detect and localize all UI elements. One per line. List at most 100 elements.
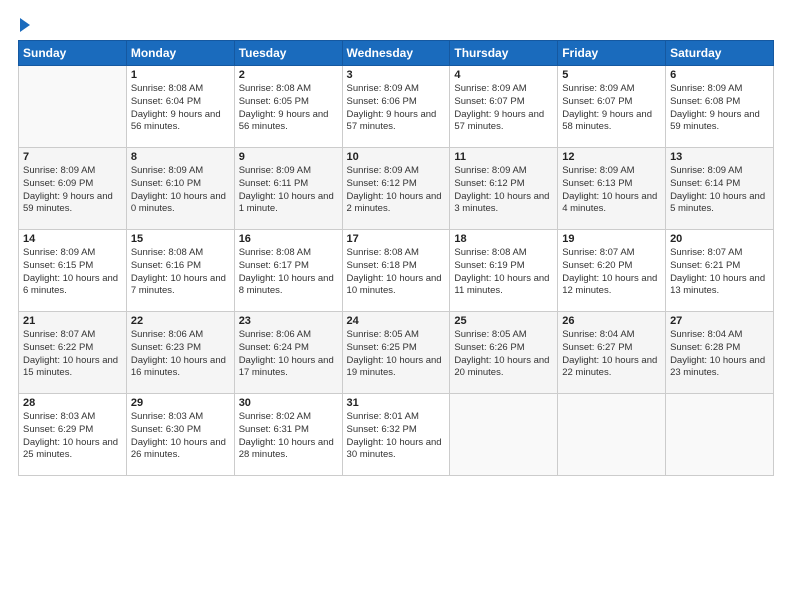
day-number: 25 <box>454 315 553 327</box>
day-cell: 21Sunrise: 8:07 AMSunset: 6:22 PMDayligh… <box>19 312 127 394</box>
day-cell: 26 Sunrise: 8:04 AMSunset: 6:27 PMDayligh… <box>558 312 666 394</box>
day-info: Sunrise: 8:09 AMSunset: 6:11 PMDaylight:… <box>239 165 338 216</box>
day-number: 5 <box>562 69 661 81</box>
day-number: 18 <box>454 233 553 245</box>
day-number: 6 <box>670 69 769 81</box>
header-row: SundayMondayTuesdayWednesdayThursdayFrid… <box>19 41 774 66</box>
day-info: Sunrise: 8:07 AMSunset: 6:21 PMDaylight:… <box>670 247 769 298</box>
day-cell: 3Sunrise: 8:09 AMSunset: 6:06 PMDaylight… <box>342 66 450 148</box>
day-cell: 4 Sunrise: 8:09 AMSunset: 6:07 PMDaylight… <box>450 66 558 148</box>
week-row-4: 21Sunrise: 8:07 AMSunset: 6:22 PMDayligh… <box>19 312 774 394</box>
day-info: Sunrise: 8:09 AMSunset: 6:15 PMDaylight:… <box>23 247 122 298</box>
col-header-sunday: Sunday <box>19 41 127 66</box>
col-header-tuesday: Tuesday <box>234 41 342 66</box>
day-number: 26 <box>562 315 661 327</box>
day-number: 19 <box>562 233 661 245</box>
day-cell: 31 Sunrise: 8:01 AMSunset: 6:32 PMDayligh… <box>342 394 450 476</box>
day-cell: 27 Sunrise: 8:04 AMSunset: 6:28 PMDayligh… <box>666 312 774 394</box>
logo-arrow-icon <box>20 18 30 32</box>
day-info: Sunrise: 8:09 AMSunset: 6:06 PMDaylight:… <box>347 83 446 134</box>
day-cell: 7Sunrise: 8:09 AMSunset: 6:09 PMDaylight… <box>19 148 127 230</box>
day-number: 16 <box>239 233 338 245</box>
day-info: Sunrise: 8:09 AMSunset: 6:12 PMDaylight:… <box>454 165 553 216</box>
day-info: Sunrise: 8:09 AMSunset: 6:12 PMDaylight:… <box>347 165 446 216</box>
col-header-saturday: Saturday <box>666 41 774 66</box>
day-info: Sunrise: 8:06 AMSunset: 6:24 PMDaylight:… <box>239 329 338 380</box>
day-info: Sunrise: 8:09 AMSunset: 6:14 PMDaylight:… <box>670 165 769 216</box>
day-cell <box>450 394 558 476</box>
col-header-thursday: Thursday <box>450 41 558 66</box>
day-number: 31 <box>347 397 446 409</box>
day-number: 10 <box>347 151 446 163</box>
day-info: Sunrise: 8:04 AMSunset: 6:28 PMDaylight:… <box>670 329 769 380</box>
day-number: 15 <box>131 233 230 245</box>
day-cell: 8 Sunrise: 8:09 AMSunset: 6:10 PMDaylight… <box>126 148 234 230</box>
day-cell: 14Sunrise: 8:09 AMSunset: 6:15 PMDayligh… <box>19 230 127 312</box>
day-number: 8 <box>131 151 230 163</box>
day-cell: 5 Sunrise: 8:09 AMSunset: 6:07 PMDaylight… <box>558 66 666 148</box>
day-info: Sunrise: 8:05 AMSunset: 6:26 PMDaylight:… <box>454 329 553 380</box>
day-info: Sunrise: 8:06 AMSunset: 6:23 PMDaylight:… <box>131 329 230 380</box>
day-number: 1 <box>131 69 230 81</box>
week-row-3: 14Sunrise: 8:09 AMSunset: 6:15 PMDayligh… <box>19 230 774 312</box>
page: SundayMondayTuesdayWednesdayThursdayFrid… <box>0 0 792 612</box>
day-number: 22 <box>131 315 230 327</box>
day-number: 4 <box>454 69 553 81</box>
day-number: 24 <box>347 315 446 327</box>
day-info: Sunrise: 8:08 AMSunset: 6:04 PMDaylight:… <box>131 83 230 134</box>
day-info: Sunrise: 8:08 AMSunset: 6:18 PMDaylight:… <box>347 247 446 298</box>
day-cell: 11 Sunrise: 8:09 AMSunset: 6:12 PMDayligh… <box>450 148 558 230</box>
day-info: Sunrise: 8:05 AMSunset: 6:25 PMDaylight:… <box>347 329 446 380</box>
day-info: Sunrise: 8:09 AMSunset: 6:13 PMDaylight:… <box>562 165 661 216</box>
day-cell: 25 Sunrise: 8:05 AMSunset: 6:26 PMDayligh… <box>450 312 558 394</box>
day-cell: 20 Sunrise: 8:07 AMSunset: 6:21 PMDayligh… <box>666 230 774 312</box>
day-cell: 24 Sunrise: 8:05 AMSunset: 6:25 PMDayligh… <box>342 312 450 394</box>
day-cell <box>666 394 774 476</box>
day-cell: 28Sunrise: 8:03 AMSunset: 6:29 PMDayligh… <box>19 394 127 476</box>
day-cell: 15Sunrise: 8:08 AMSunset: 6:16 PMDayligh… <box>126 230 234 312</box>
day-info: Sunrise: 8:08 AMSunset: 6:05 PMDaylight:… <box>239 83 338 134</box>
day-number: 9 <box>239 151 338 163</box>
day-cell: 19 Sunrise: 8:07 AMSunset: 6:20 PMDayligh… <box>558 230 666 312</box>
day-info: Sunrise: 8:09 AMSunset: 6:10 PMDaylight:… <box>131 165 230 216</box>
day-cell: 16 Sunrise: 8:08 AMSunset: 6:17 PMDayligh… <box>234 230 342 312</box>
day-cell: 10 Sunrise: 8:09 AMSunset: 6:12 PMDayligh… <box>342 148 450 230</box>
calendar-table: SundayMondayTuesdayWednesdayThursdayFrid… <box>18 40 774 476</box>
header <box>18 16 774 32</box>
day-info: Sunrise: 8:07 AMSunset: 6:22 PMDaylight:… <box>23 329 122 380</box>
day-info: Sunrise: 8:03 AMSunset: 6:30 PMDaylight:… <box>131 411 230 462</box>
week-row-2: 7Sunrise: 8:09 AMSunset: 6:09 PMDaylight… <box>19 148 774 230</box>
col-header-wednesday: Wednesday <box>342 41 450 66</box>
day-number: 28 <box>23 397 122 409</box>
day-cell: 2 Sunrise: 8:08 AMSunset: 6:05 PMDaylight… <box>234 66 342 148</box>
day-cell: 22 Sunrise: 8:06 AMSunset: 6:23 PMDayligh… <box>126 312 234 394</box>
day-number: 30 <box>239 397 338 409</box>
day-cell: 9 Sunrise: 8:09 AMSunset: 6:11 PMDaylight… <box>234 148 342 230</box>
day-number: 2 <box>239 69 338 81</box>
day-number: 20 <box>670 233 769 245</box>
day-cell: 12 Sunrise: 8:09 AMSunset: 6:13 PMDayligh… <box>558 148 666 230</box>
day-cell: 1 Sunrise: 8:08 AMSunset: 6:04 PMDaylight… <box>126 66 234 148</box>
day-number: 12 <box>562 151 661 163</box>
day-number: 29 <box>131 397 230 409</box>
day-cell: 18Sunrise: 8:08 AMSunset: 6:19 PMDayligh… <box>450 230 558 312</box>
day-cell: 29 Sunrise: 8:03 AMSunset: 6:30 PMDayligh… <box>126 394 234 476</box>
day-number: 17 <box>347 233 446 245</box>
day-cell: 23 Sunrise: 8:06 AMSunset: 6:24 PMDayligh… <box>234 312 342 394</box>
day-number: 23 <box>239 315 338 327</box>
day-info: Sunrise: 8:08 AMSunset: 6:17 PMDaylight:… <box>239 247 338 298</box>
day-info: Sunrise: 8:02 AMSunset: 6:31 PMDaylight:… <box>239 411 338 462</box>
col-header-friday: Friday <box>558 41 666 66</box>
week-row-5: 28Sunrise: 8:03 AMSunset: 6:29 PMDayligh… <box>19 394 774 476</box>
day-number: 7 <box>23 151 122 163</box>
day-cell <box>19 66 127 148</box>
day-number: 11 <box>454 151 553 163</box>
day-info: Sunrise: 8:07 AMSunset: 6:20 PMDaylight:… <box>562 247 661 298</box>
week-row-1: 1 Sunrise: 8:08 AMSunset: 6:04 PMDaylight… <box>19 66 774 148</box>
day-number: 13 <box>670 151 769 163</box>
day-info: Sunrise: 8:09 AMSunset: 6:07 PMDaylight:… <box>562 83 661 134</box>
day-info: Sunrise: 8:04 AMSunset: 6:27 PMDaylight:… <box>562 329 661 380</box>
day-info: Sunrise: 8:01 AMSunset: 6:32 PMDaylight:… <box>347 411 446 462</box>
day-info: Sunrise: 8:09 AMSunset: 6:07 PMDaylight:… <box>454 83 553 134</box>
day-number: 27 <box>670 315 769 327</box>
